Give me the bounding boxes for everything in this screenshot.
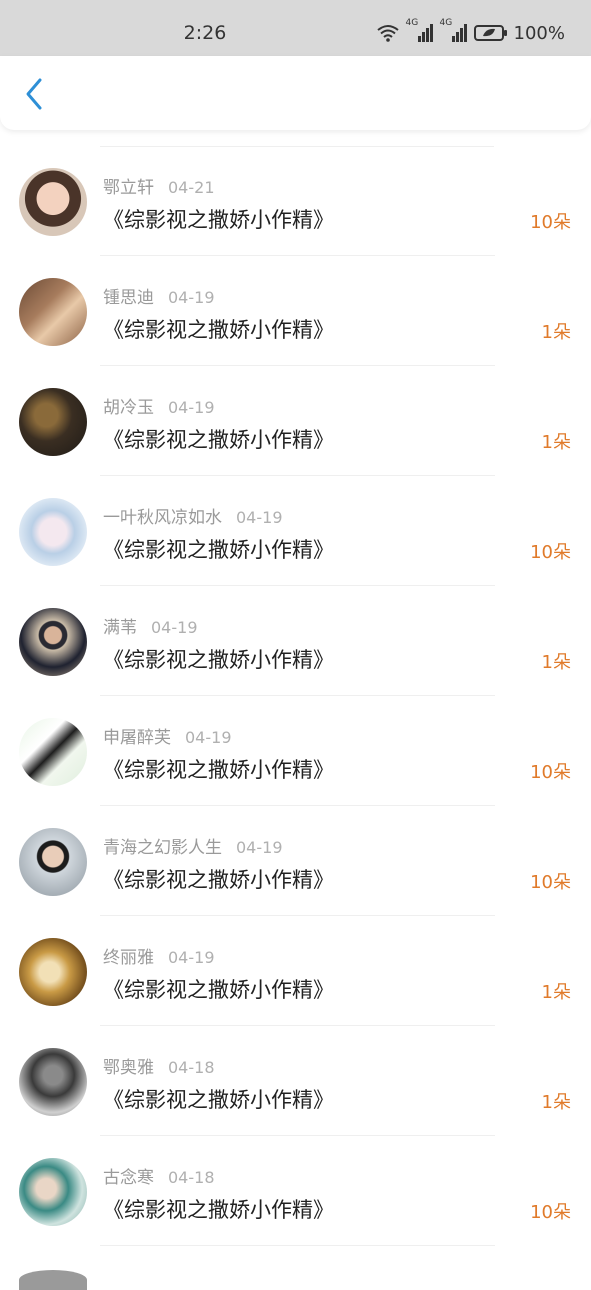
avatar[interactable]: [19, 718, 87, 786]
item-meta: 青海之幻影人生 04-19: [103, 833, 283, 858]
book-title: 《综影视之撒娇小作精》: [103, 1088, 334, 1112]
flower-count: 1朵: [541, 982, 571, 1003]
book-title: 《综影视之撒娇小作精》: [103, 318, 334, 342]
item-date: 04-19: [185, 728, 232, 747]
list-item[interactable]: 鄂立轩 04-21 《综影视之撒娇小作精》 10朵: [0, 146, 591, 256]
book-title: 《综影视之撒娇小作精》: [103, 868, 334, 892]
item-meta: 锺思迪 04-19: [103, 283, 215, 308]
book-title: 《综影视之撒娇小作精》: [103, 758, 334, 782]
user-name: 满苇: [103, 618, 137, 638]
item-date: 04-19: [236, 838, 283, 857]
user-name: 申屠醉芙: [103, 728, 171, 748]
avatar[interactable]: [19, 498, 87, 566]
avatar[interactable]: [19, 1048, 87, 1116]
user-name: 锺思迪: [103, 288, 154, 308]
book-title: 《综影视之撒娇小作精》: [103, 1198, 334, 1222]
item-meta: 胡冷玉 04-19: [103, 393, 215, 418]
user-name: 鄂立轩: [103, 178, 154, 198]
divider: [100, 1245, 495, 1246]
item-meta: 鄂立轩 04-21: [103, 173, 215, 198]
item-date: 04-19: [168, 398, 215, 417]
wifi-icon: [376, 23, 400, 43]
item-date: 04-19: [168, 288, 215, 307]
flower-count: 10朵: [530, 542, 571, 563]
list-item[interactable]: 鄂奥雅 04-18 《综影视之撒娇小作精》 1朵: [0, 1026, 591, 1136]
flower-count: 10朵: [530, 872, 571, 893]
user-name: 一叶秋风凉如水: [103, 508, 222, 528]
flower-count: 1朵: [541, 1092, 571, 1113]
status-time: 2:26: [183, 22, 227, 44]
item-meta: 古念寒 04-18: [103, 1163, 215, 1188]
avatar[interactable]: [19, 608, 87, 676]
avatar[interactable]: [19, 1270, 87, 1290]
book-title: 《综影视之撒娇小作精》: [103, 648, 334, 672]
avatar[interactable]: [19, 278, 87, 346]
item-date: 04-19: [236, 508, 283, 527]
item-date: 04-19: [168, 948, 215, 967]
avatar[interactable]: [19, 1158, 87, 1226]
signal-icon-2: 4G: [440, 18, 468, 44]
list-item[interactable]: 锺思迪 04-19 《综影视之撒娇小作精》 1朵: [0, 256, 591, 366]
book-title: 《综影视之撒娇小作精》: [103, 538, 334, 562]
user-name: 胡冷玉: [103, 398, 154, 418]
battery-icon: [473, 24, 508, 42]
list-item[interactable]: 青海之幻影人生 04-19 《综影视之撒娇小作精》 10朵: [0, 806, 591, 916]
list-item[interactable]: 申屠醉芙 04-19 《综影视之撒娇小作精》 10朵: [0, 696, 591, 806]
book-title: 《综影视之撒娇小作精》: [103, 208, 334, 232]
item-meta: 一叶秋风凉如水 04-19: [103, 503, 283, 528]
list-item[interactable]: 胡冷玉 04-19 《综影视之撒娇小作精》 1朵: [0, 366, 591, 476]
back-button[interactable]: [14, 74, 54, 114]
item-date: 04-19: [151, 618, 198, 637]
flower-count: 10朵: [530, 762, 571, 783]
book-title: 《综影视之撒娇小作精》: [103, 978, 334, 1002]
avatar[interactable]: [19, 388, 87, 456]
user-name: 古念寒: [103, 1168, 154, 1188]
chevron-left-icon: [26, 78, 42, 110]
item-meta: 申屠醉芙 04-19: [103, 723, 232, 748]
item-date: 04-18: [168, 1058, 215, 1077]
list-item[interactable]: 满苇 04-19 《综影视之撒娇小作精》 1朵: [0, 586, 591, 696]
user-name: 青海之幻影人生: [103, 838, 222, 858]
list-item[interactable]: 一叶秋风凉如水 04-19 《综影视之撒娇小作精》 10朵: [0, 476, 591, 586]
signal-icon: 4G: [406, 18, 434, 44]
user-name: 终丽雅: [103, 948, 154, 968]
list-item[interactable]: 古念寒 04-18 《综影视之撒娇小作精》 10朵: [0, 1136, 591, 1246]
avatar[interactable]: [19, 828, 87, 896]
item-date: 04-18: [168, 1168, 215, 1187]
book-title: 《综影视之撒娇小作精》: [103, 428, 334, 452]
avatar[interactable]: [19, 938, 87, 1006]
flower-count: 10朵: [530, 1202, 571, 1223]
item-meta: 满苇 04-19: [103, 613, 198, 638]
nav-bar: [0, 56, 591, 130]
flower-count: 1朵: [541, 652, 571, 673]
item-meta: 终丽雅 04-19: [103, 943, 215, 968]
avatar[interactable]: [19, 168, 87, 236]
flower-count: 1朵: [541, 432, 571, 453]
item-meta: 鄂奥雅 04-18: [103, 1053, 215, 1078]
battery-percent: 100%: [513, 22, 565, 44]
status-bar: 2:26 4G 4G 100%: [0, 0, 591, 56]
gift-list: 鄂立轩 04-21 《综影视之撒娇小作精》 10朵 锺思迪 04-19 《综影视之撒…: [0, 146, 591, 1246]
status-icons: 4G 4G 100%: [376, 18, 565, 46]
user-name: 鄂奥雅: [103, 1058, 154, 1078]
flower-count: 10朵: [530, 212, 571, 233]
list-item[interactable]: 终丽雅 04-19 《综影视之撒娇小作精》 1朵: [0, 916, 591, 1026]
flower-count: 1朵: [541, 322, 571, 343]
item-date: 04-21: [168, 178, 215, 197]
